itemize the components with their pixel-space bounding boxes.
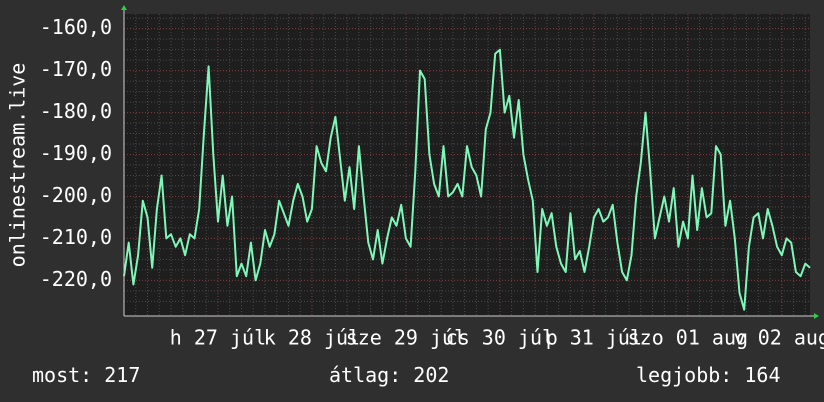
x-tick-label: v 02 aug: [734, 326, 824, 350]
y-tick-label: -200,0: [40, 183, 112, 207]
stat-average: átlag: 202: [329, 363, 450, 387]
y-tick-label: -190,0: [40, 141, 112, 165]
stat-current: most: 217: [32, 363, 141, 387]
y-tick-label: -170,0: [40, 57, 112, 81]
y-tick-label: -160,0: [40, 15, 112, 39]
x-axis-arrow: [814, 313, 819, 319]
y-axis-arrow: [121, 5, 127, 10]
y-tick-label: -220,0: [40, 267, 112, 291]
y-axis-ticks: -160,0 -170,0 -180,0 -190,0 -200,0 -210,0 -220…: [40, 15, 112, 291]
stat-best: legjobb: 164: [636, 363, 781, 387]
y-tick-label: -180,0: [40, 99, 112, 123]
x-tick-label: cs 30 júl: [446, 326, 554, 350]
y-tick-label: -210,0: [40, 225, 112, 249]
x-tick-label: szo 01 aug: [628, 326, 748, 350]
y-axis-label: onlinestream.live: [6, 63, 30, 268]
x-tick-label: h 27 júl: [170, 326, 266, 350]
x-axis-ticks: h 27 júlk 28 júlsze 29 júlcs 30 júlp 31 …: [170, 326, 824, 350]
chart-canvas: -160,0 -170,0 -180,0 -190,0 -200,0 -210,0 -220…: [6, 5, 824, 350]
